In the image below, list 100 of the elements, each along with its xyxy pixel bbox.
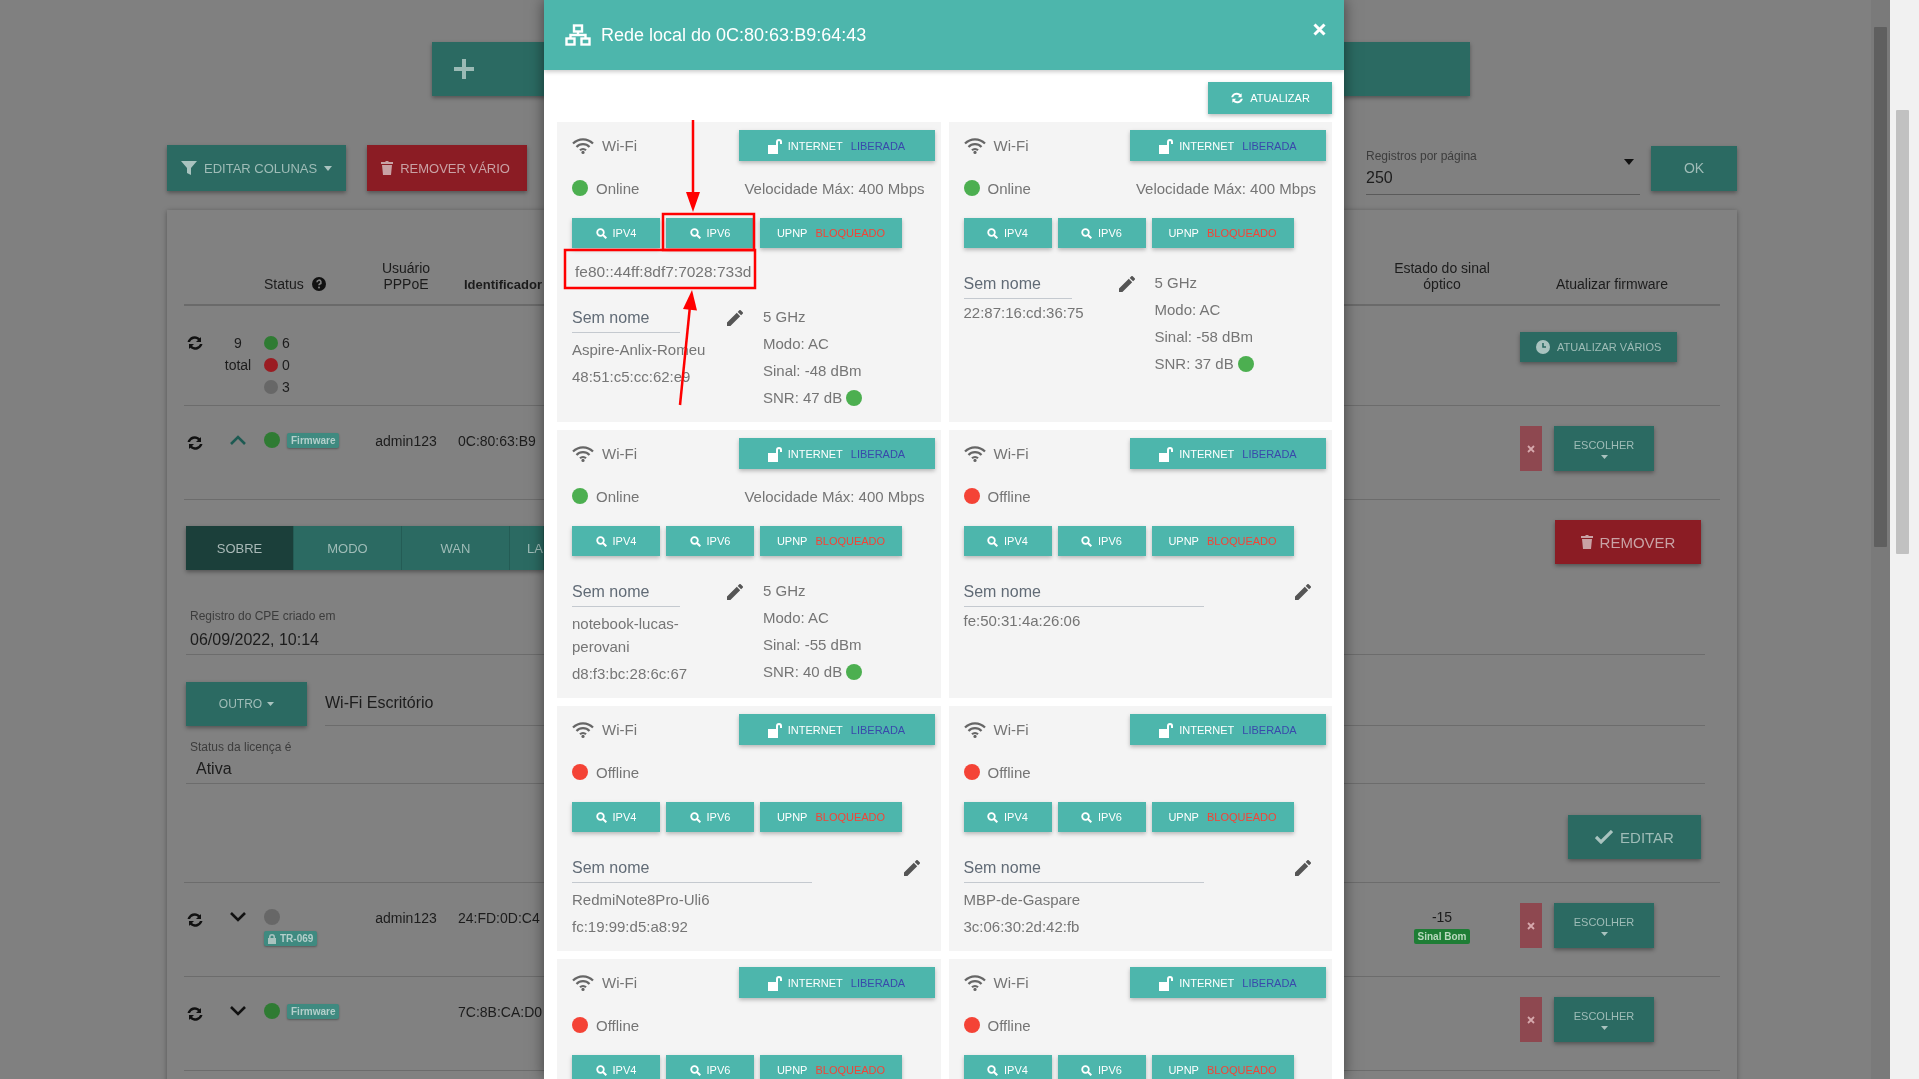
ipv6-button[interactable]: IPV6 [666,802,754,832]
internet-button[interactable]: INTERNET LIBERADA [738,714,935,745]
tab[interactable]: WAN [402,526,510,570]
upnp-button[interactable]: UPNP BLOQUEADO [760,1055,902,1079]
ipv4-button[interactable]: IPV4 [572,526,660,556]
upnp-button[interactable]: UPNP BLOQUEADO [760,526,902,556]
caret-icon [1624,159,1634,165]
ipv4-button[interactable]: IPV4 [572,802,660,832]
caret-icon [267,702,275,706]
status-label: Online [596,487,640,505]
internet-button[interactable]: INTERNET LIBERADA [1130,967,1326,998]
wifi-icon [572,974,594,991]
chevron-down-icon[interactable] [230,912,246,922]
sync-icon[interactable] [186,434,204,452]
unlocked-icon [1159,721,1174,738]
pencil-icon[interactable] [1118,276,1135,292]
pencil-icon[interactable] [903,860,920,876]
ipv4-button[interactable]: IPV4 [963,1055,1052,1079]
name-field[interactable]: Sem nome [572,303,680,333]
internet-button[interactable]: INTERNET LIBERADA [738,438,935,469]
tab[interactable]: MODO [294,526,402,570]
upnp-button[interactable]: UPNP BLOQUEADO [760,802,902,832]
pencil-icon[interactable] [1295,584,1311,600]
ok-button[interactable]: OK [1651,145,1737,191]
type-dropdown[interactable]: OUTRO [186,682,307,726]
wifi-icon [963,721,986,738]
clear-button[interactable] [1520,903,1542,948]
upnp-button[interactable]: UPNP BLOQUEADO [1151,526,1294,556]
column-header: Status [264,276,304,292]
close-icon [1527,1015,1535,1024]
scrollbar-thumb[interactable] [1874,27,1887,547]
scrollbar[interactable] [1890,0,1919,1079]
refresh-button[interactable]: ATUALIZAR [1208,82,1332,114]
clear-button[interactable] [1520,426,1542,471]
pencil-icon[interactable] [727,584,743,600]
column-header: Atualizar firmware [1556,276,1668,292]
sync-icon[interactable] [186,1005,204,1023]
ipv6-button[interactable]: IPV6 [1057,218,1146,248]
tab[interactable]: SOBRE [186,526,294,570]
remove-button[interactable]: REMOVER [1555,520,1701,564]
tab[interactable]: LA [510,526,544,570]
wifi-icon [963,137,986,154]
ipv6-button[interactable]: IPV6 [666,1055,754,1079]
ipv6-button[interactable]: IPV6 [1057,802,1146,832]
connection-label: Wi-Fi [602,137,637,154]
name-field[interactable]: Sem nome [963,577,1204,607]
sync-icon[interactable] [186,334,204,352]
connection-label: Wi-Fi [993,721,1029,738]
name-field[interactable]: Sem nome [572,577,680,607]
search-icon [1081,535,1093,547]
clear-button[interactable] [1520,997,1542,1042]
upnp-button[interactable]: UPNP BLOQUEADO [1151,1055,1294,1079]
search-icon [1081,811,1093,823]
snr-label: SNR: 37 dB [1154,354,1234,374]
pencil-icon[interactable] [727,310,743,326]
table-cell: 7C:8B:CA:D0 [458,1004,543,1020]
scrollbar[interactable] [1871,0,1890,1079]
upnp-button[interactable]: UPNP BLOQUEADO [760,218,902,248]
choose-button[interactable]: ESCOLHER [1554,903,1654,948]
remove-many-button[interactable]: REMOVER VÁRIO [367,145,528,191]
per-page-select[interactable]: Registros por página 250 [1366,141,1640,195]
internet-button[interactable]: INTERNET LIBERADA [738,967,935,998]
ipv6-button[interactable]: IPV6 [666,218,754,248]
chevron-down-icon[interactable] [230,1006,246,1016]
upnp-button[interactable]: UPNP BLOQUEADO [1151,218,1294,248]
name-field[interactable]: Sem nome [963,269,1072,299]
clock-icon [1536,340,1550,354]
choose-button[interactable]: ESCOLHER [1554,997,1654,1042]
name-field[interactable]: Sem nome [572,853,812,883]
ipv6-button[interactable]: IPV6 [1057,526,1146,556]
edit-button[interactable]: EDITAR [1568,815,1701,859]
status-count: 0 [282,356,290,375]
search-icon [595,811,607,823]
table-cell: admin123 [375,910,437,926]
internet-button[interactable]: INTERNET LIBERADA [1130,438,1326,469]
ipv6-button[interactable]: IPV6 [666,526,754,556]
choose-button[interactable]: ESCOLHER [1554,426,1654,471]
ipv6-button[interactable]: IPV6 [1057,1055,1146,1079]
internet-button[interactable]: INTERNET LIBERADA [738,130,935,161]
ipv4-button[interactable]: IPV4 [963,526,1052,556]
internet-button[interactable]: INTERNET LIBERADA [1130,714,1326,745]
connection-label: Wi-Fi [602,974,637,991]
pencil-icon[interactable] [1295,860,1311,876]
scrollbar-thumb[interactable] [1896,110,1909,554]
ipv4-button[interactable]: IPV4 [963,218,1052,248]
internet-button[interactable]: INTERNET LIBERADA [1130,130,1326,161]
name-field[interactable]: Sem nome [963,853,1204,883]
upnp-button[interactable]: UPNP BLOQUEADO [1151,802,1294,832]
ipv4-button[interactable]: IPV4 [572,1055,660,1079]
ipv4-button[interactable]: IPV4 [963,802,1052,832]
search-icon [689,1064,701,1076]
edit-columns-button[interactable]: EDITAR COLUNAS [167,145,347,191]
column-header: Estado do sinal óptico [1393,260,1491,292]
ipv4-button[interactable]: IPV4 [572,218,660,248]
signal-label: Sinal: -55 dBm [763,635,863,655]
update-many-button[interactable]: ATUALIZAR VÁRIOS [1520,332,1678,362]
connection-label: Wi-Fi [993,137,1029,154]
sync-icon[interactable] [186,911,204,929]
search-icon [689,227,701,239]
mac-address: fe:50:31:4a:26:06 [963,611,1082,631]
